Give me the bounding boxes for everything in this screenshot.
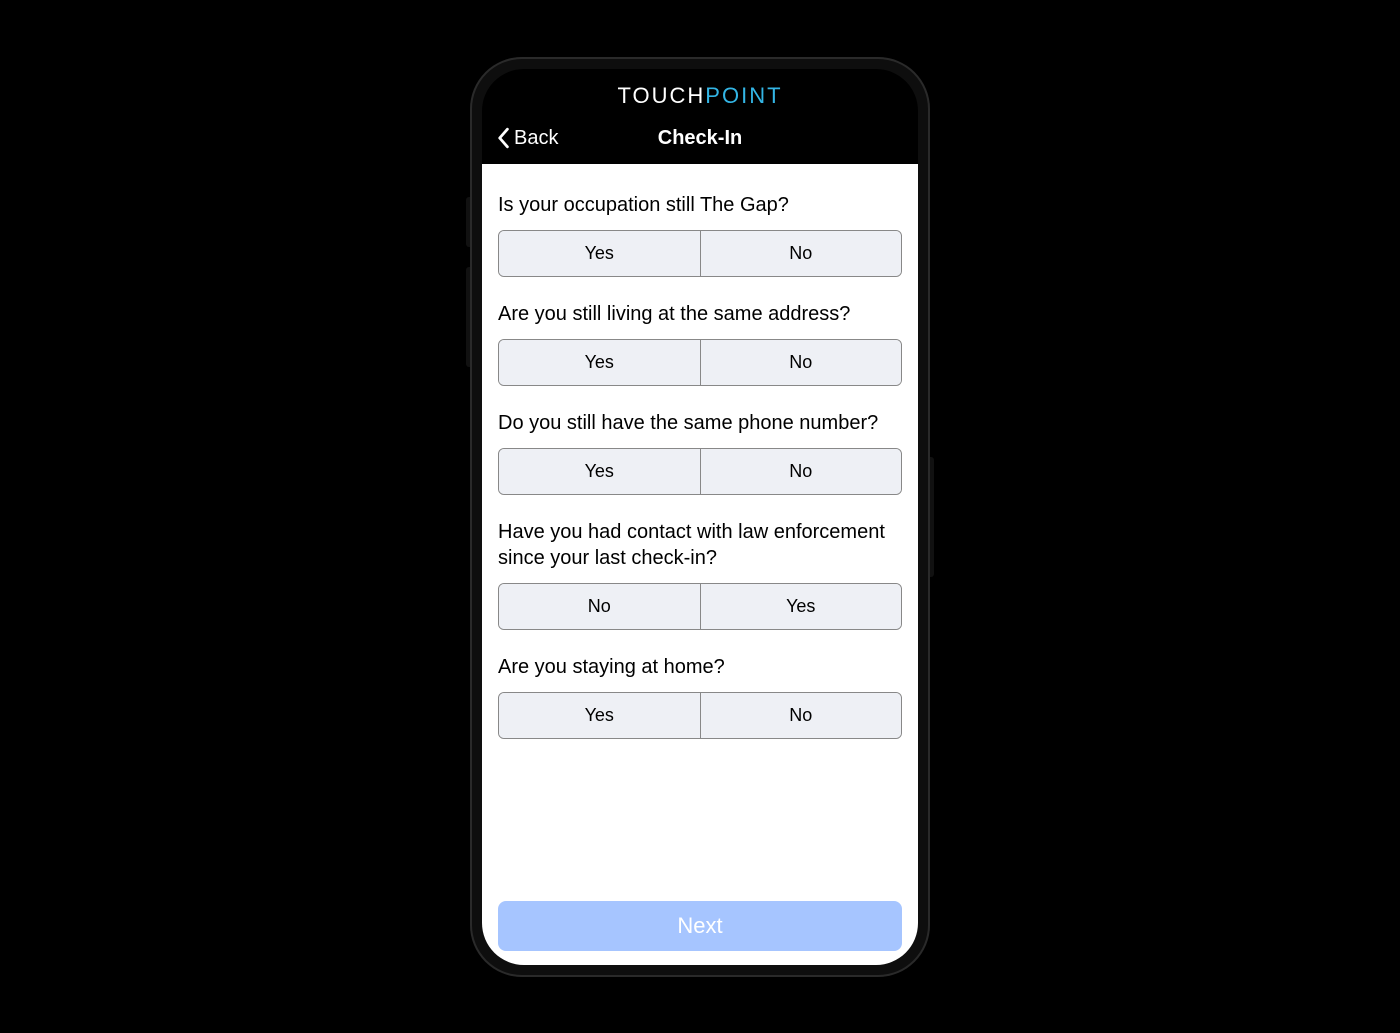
screen: TOUCHPOINT Back Check-In Is your occupat…: [482, 69, 918, 965]
next-button[interactable]: Next: [498, 901, 902, 951]
nav-bar: Back Check-In: [482, 119, 918, 164]
back-button[interactable]: Back: [496, 127, 558, 150]
question-text: Is your occupation still The Gap?: [498, 192, 902, 218]
question-law-enforcement: Have you had contact with law enforcemen…: [498, 519, 902, 630]
option-yes[interactable]: Yes: [499, 693, 700, 738]
content-area: Is your occupation still The Gap? Yes No…: [482, 164, 918, 965]
question-text: Are you staying at home?: [498, 654, 902, 680]
answer-toggle: Yes No: [498, 339, 902, 386]
option-no[interactable]: No: [700, 231, 902, 276]
phone-side-button: [930, 457, 934, 577]
option-yes[interactable]: Yes: [700, 584, 902, 629]
phone-frame: TOUCHPOINT Back Check-In Is your occupat…: [470, 57, 930, 977]
answer-toggle: Yes No: [498, 448, 902, 495]
back-label: Back: [514, 127, 558, 150]
spacer: [498, 763, 902, 901]
answer-toggle: Yes No: [498, 692, 902, 739]
question-text: Are you still living at the same address…: [498, 301, 902, 327]
option-no[interactable]: No: [700, 449, 902, 494]
question-phone: Do you still have the same phone number?…: [498, 410, 902, 495]
option-no[interactable]: No: [499, 584, 700, 629]
question-text: Do you still have the same phone number?: [498, 410, 902, 436]
answer-toggle: No Yes: [498, 583, 902, 630]
phone-side-button: [466, 197, 470, 247]
question-text: Have you had contact with law enforcemen…: [498, 519, 902, 571]
option-no[interactable]: No: [700, 340, 902, 385]
option-yes[interactable]: Yes: [499, 449, 700, 494]
chevron-left-icon: [496, 127, 510, 149]
phone-side-button: [466, 267, 470, 367]
question-address: Are you still living at the same address…: [498, 301, 902, 386]
option-yes[interactable]: Yes: [499, 231, 700, 276]
question-staying-home: Are you staying at home? Yes No: [498, 654, 902, 739]
option-no[interactable]: No: [700, 693, 902, 738]
question-occupation: Is your occupation still The Gap? Yes No: [498, 192, 902, 277]
option-yes[interactable]: Yes: [499, 340, 700, 385]
logo-text-touch: TOUCH: [617, 83, 705, 108]
logo-text-point: POINT: [705, 83, 782, 108]
app-logo: TOUCHPOINT: [482, 77, 918, 119]
answer-toggle: Yes No: [498, 230, 902, 277]
status-bar-spacer: [482, 69, 918, 77]
